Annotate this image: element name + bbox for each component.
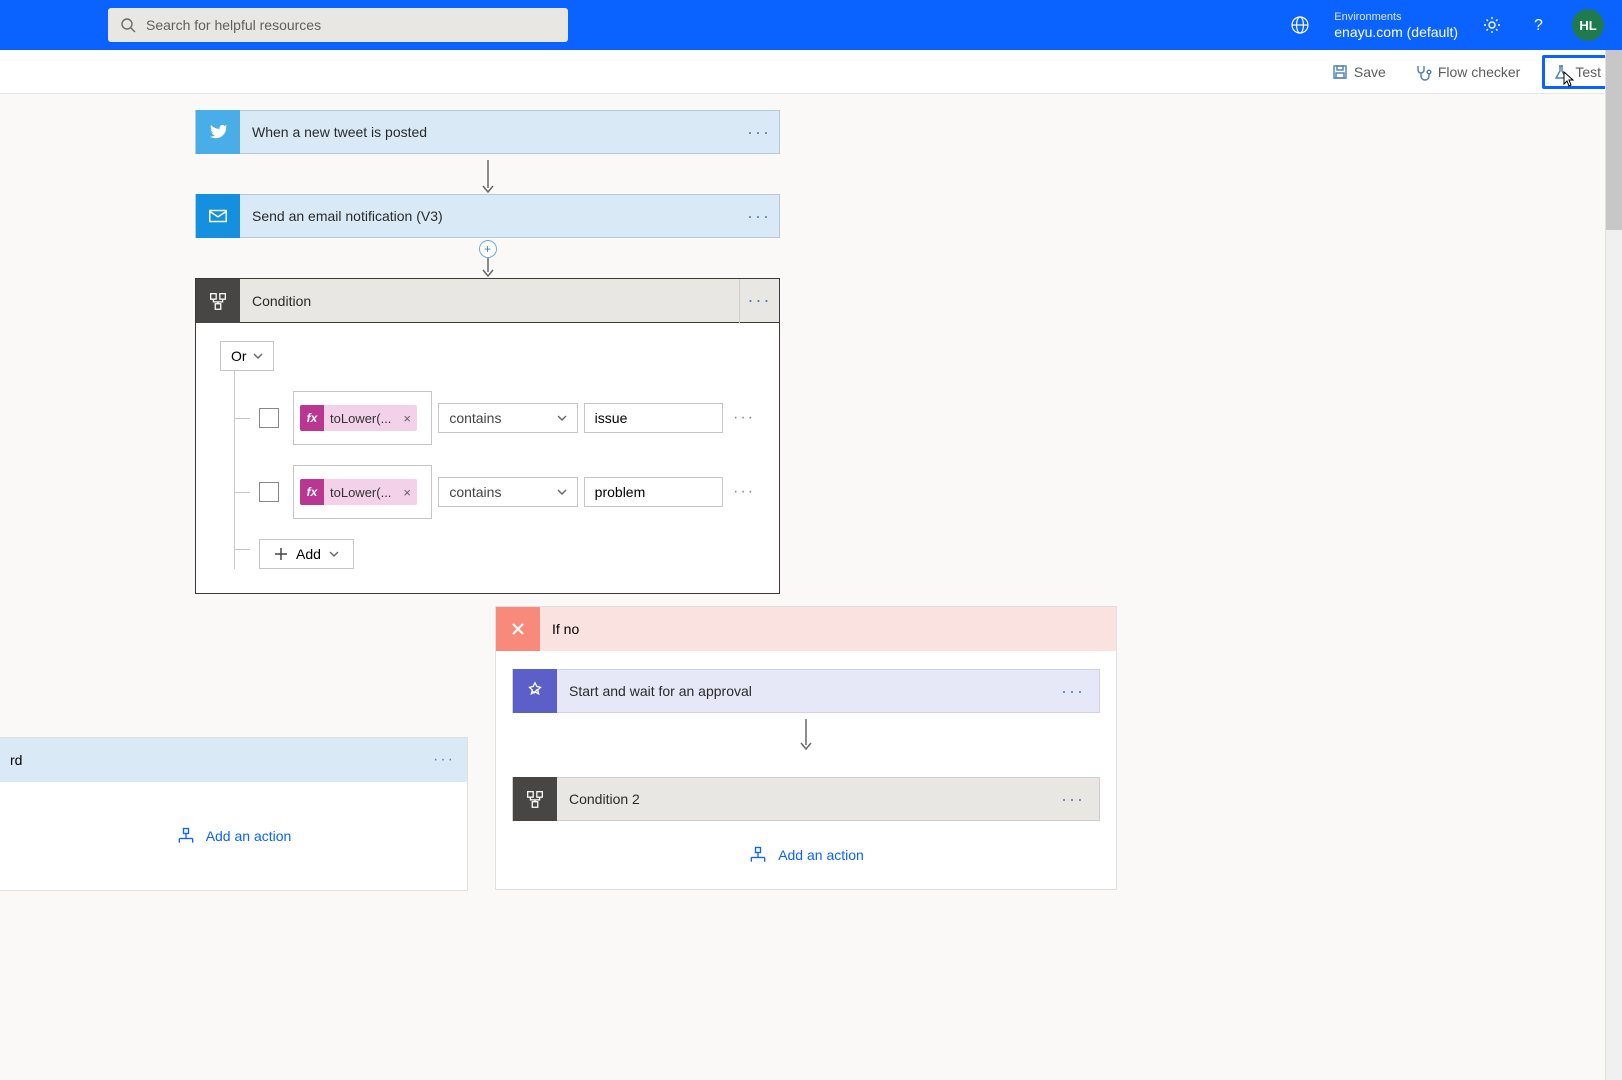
fx-icon: fx <box>300 405 324 431</box>
twitter-icon <box>196 110 240 154</box>
step-menu[interactable]: ··· <box>433 751 455 769</box>
fx-icon: fx <box>300 479 324 505</box>
avatar[interactable]: HL <box>1572 9 1604 41</box>
if-yes-branch: rd ··· Add an action <box>0 737 468 891</box>
top-bar: Search for helpful resources Environment… <box>0 0 1622 50</box>
search-icon <box>120 17 136 33</box>
group-operator-select[interactable]: Or <box>220 341 274 371</box>
add-row: Add <box>235 529 755 569</box>
row-menu[interactable]: ··· <box>733 409 755 427</box>
add-action-icon <box>176 826 196 846</box>
save-button[interactable]: Save <box>1326 60 1392 84</box>
svg-text:?: ? <box>1534 17 1543 34</box>
test-button[interactable]: Test <box>1542 55 1612 89</box>
condition-card: Condition ··· Or fx toLower(... × <box>195 278 780 594</box>
add-action-button[interactable]: Add an action <box>496 821 1116 889</box>
chevron-down-icon <box>329 551 339 557</box>
if-no-branch: If no Start and wait for an approval ··· <box>495 606 1117 890</box>
condition-row: fx toLower(... × contains issue ··· <box>235 381 755 455</box>
chevron-down-icon <box>557 415 567 421</box>
environment-name: enayu.com (default) <box>1334 24 1458 40</box>
x-icon <box>496 607 540 651</box>
mail-icon <box>196 194 240 238</box>
flow-checker-button[interactable]: Flow checker <box>1408 59 1526 85</box>
step-menu[interactable]: ··· <box>1053 789 1093 810</box>
step-menu[interactable]: ··· <box>1053 681 1093 702</box>
environment-label: Environments <box>1334 10 1458 24</box>
expression-field[interactable]: fx toLower(... × <box>293 391 432 445</box>
value-input[interactable]: problem <box>584 477 723 507</box>
row-menu[interactable]: ··· <box>733 483 755 501</box>
stethoscope-icon <box>1414 63 1432 81</box>
condition-header[interactable]: Condition ··· <box>196 279 779 323</box>
cursor-icon <box>1559 70 1575 88</box>
topbar-right: Environments enayu.com (default) ? HL <box>1288 9 1604 41</box>
chevron-down-icon <box>557 489 567 495</box>
remove-expression[interactable]: × <box>397 411 417 426</box>
search-input[interactable]: Search for helpful resources <box>108 8 568 42</box>
flow-arrow <box>496 713 1116 759</box>
save-icon <box>1332 64 1348 80</box>
add-action-icon <box>748 845 768 865</box>
row-checkbox[interactable] <box>259 482 279 502</box>
expression-field[interactable]: fx toLower(... × <box>293 465 432 519</box>
operator-select[interactable]: contains <box>438 477 577 507</box>
scrollbar-thumb[interactable] <box>1606 50 1622 230</box>
approval-icon <box>513 669 557 713</box>
step-menu[interactable]: ··· <box>739 122 779 143</box>
help-icon[interactable]: ? <box>1526 13 1550 37</box>
step-menu[interactable]: ··· <box>739 279 779 323</box>
condition-row: fx toLower(... × contains problem ··· <box>235 455 755 529</box>
add-action-button[interactable]: Add an action <box>0 782 467 890</box>
scrollbar[interactable] <box>1605 50 1622 1080</box>
remove-expression[interactable]: × <box>397 485 417 500</box>
flow-arrow <box>195 154 780 194</box>
condition2-step[interactable]: Condition 2 ··· <box>512 777 1100 821</box>
action-bar: Save Flow checker Test <box>0 50 1622 94</box>
settings-icon[interactable] <box>1480 13 1504 37</box>
search-placeholder: Search for helpful resources <box>146 17 321 33</box>
value-input[interactable]: issue <box>584 403 723 433</box>
trigger-step[interactable]: When a new tweet is posted ··· <box>195 110 780 154</box>
mail-step[interactable]: Send an email notification (V3) ··· <box>195 194 780 238</box>
operator-select[interactable]: contains <box>438 403 577 433</box>
environment-block[interactable]: Environments enayu.com (default) <box>1334 10 1458 40</box>
environments-icon[interactable] <box>1288 13 1312 37</box>
condition-icon <box>196 279 240 323</box>
add-condition-button[interactable]: Add <box>259 539 354 569</box>
truncated-step[interactable]: rd ··· <box>0 738 467 782</box>
add-step-button[interactable]: + <box>479 240 497 258</box>
approval-step[interactable]: Start and wait for an approval ··· <box>512 669 1100 713</box>
row-checkbox[interactable] <box>259 408 279 428</box>
step-menu[interactable]: ··· <box>739 206 779 227</box>
chevron-down-icon <box>253 353 263 359</box>
flow-arrow: + <box>195 238 780 278</box>
plus-icon <box>274 547 288 561</box>
condition-icon <box>513 777 557 821</box>
if-no-header[interactable]: If no <box>496 607 1116 651</box>
flow-canvas: When a new tweet is posted ··· Send an e… <box>0 94 1622 1080</box>
